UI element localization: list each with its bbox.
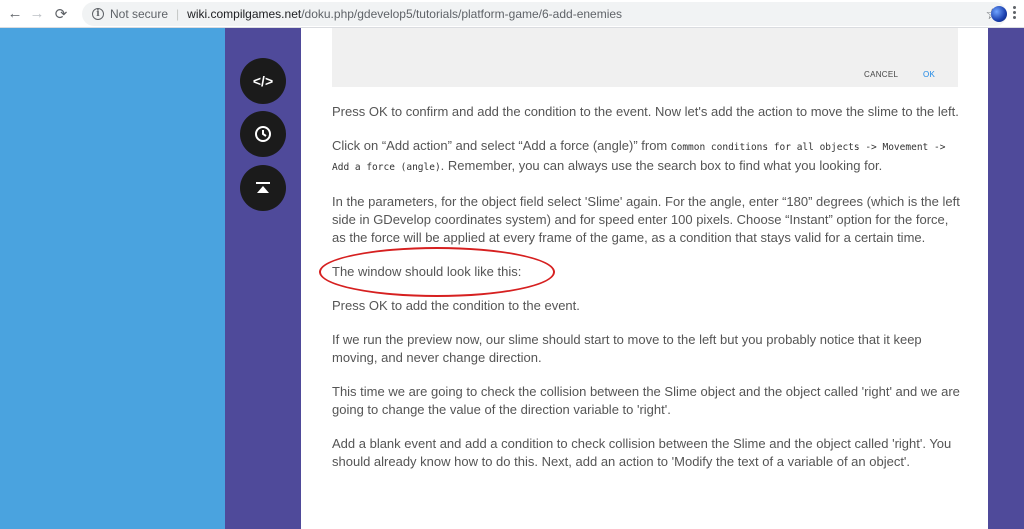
paragraph: In the parameters, for the object field …: [332, 194, 960, 245]
clock-icon[interactable]: [240, 111, 286, 157]
article-body: Press OK to confirm and add the conditio…: [319, 103, 962, 487]
reload-icon[interactable]: ⟳: [50, 3, 72, 25]
forward-arrow-icon[interactable]: →: [26, 3, 48, 25]
clock-svg: [255, 126, 271, 142]
left-background: [0, 28, 225, 529]
paragraph: Click on “Add action” and select “Add a …: [332, 137, 962, 177]
address-bar[interactable]: i Not secure | wiki.compilgames.net/doku…: [82, 1, 1007, 26]
cancel-button: CANCEL: [864, 70, 899, 79]
profile-avatar[interactable]: [991, 6, 1007, 22]
paragraph-text: . Remember, you can always use the searc…: [440, 158, 883, 173]
paragraph-text: Click on “Add action” and select “Add a …: [332, 138, 671, 153]
browser-toolbar: ← → ⟳ i Not secure | wiki.compilgames.ne…: [0, 0, 1024, 28]
paragraph: Press OK to confirm and add the conditio…: [332, 104, 959, 119]
back-to-top-icon[interactable]: [240, 165, 286, 211]
dialog-screenshot: CANCEL OK: [332, 28, 958, 87]
url-host[interactable]: wiki.compilgames.net: [187, 7, 301, 21]
paragraph: This time we are going to check the coll…: [332, 384, 960, 417]
back-to-top-svg: [256, 182, 270, 193]
paragraph: Press OK to add the condition to the eve…: [332, 298, 580, 313]
back-arrow-icon[interactable]: ←: [4, 3, 26, 25]
url-path[interactable]: /doku.php/gdevelop5/tutorials/platform-g…: [301, 7, 622, 21]
code-icon[interactable]: </>: [240, 58, 286, 104]
separator: |: [176, 6, 180, 21]
ok-button: OK: [923, 70, 936, 79]
security-label[interactable]: Not secure: [110, 7, 168, 21]
paragraph: If we run the preview now, our slime sho…: [332, 332, 922, 365]
info-icon[interactable]: i: [92, 7, 104, 20]
code-glyph: </>: [252, 73, 274, 89]
menu-dots-icon[interactable]: [1013, 6, 1017, 21]
paragraph: Add a blank event and add a condition to…: [332, 436, 952, 469]
circled-text: The window should look like this:: [319, 247, 555, 297]
paragraph: The window should look like this:: [319, 247, 962, 297]
right-sidebar-band: [988, 28, 1024, 529]
red-annotation-ellipse: [319, 247, 555, 297]
